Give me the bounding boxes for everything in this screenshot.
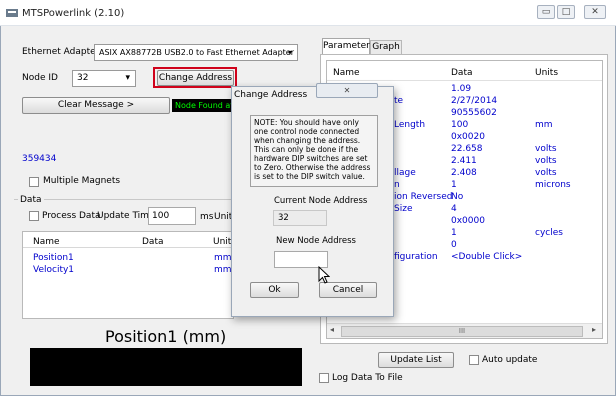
data-list-header-data: Data [142,237,164,247]
param-row[interactable]: Size [394,204,412,214]
parameters-header-data: Data [451,68,473,78]
status-display: Node Found at [172,99,234,112]
node-id-value: 32 [77,73,89,83]
new-address-label: New Node Address [276,236,356,246]
tab-parameters[interactable]: Parameters [322,38,375,54]
dialog-title: Change Address [234,90,308,100]
process-data-label: Process Data [42,211,101,221]
data-group-label: Data [18,195,44,205]
param-value: 0x0020 [451,132,485,142]
list-item-name[interactable]: Velocity1 [33,265,74,275]
maximize-button[interactable]: □ [557,5,575,19]
log-data-checkbox[interactable] [319,373,329,383]
param-value: 2.408 [451,168,477,178]
node-id-select[interactable]: 32 ▾ [72,70,136,87]
dialog-note: NOTE: You should have only one control n… [250,115,378,187]
process-data-checkbox[interactable] [29,211,39,221]
update-time-input[interactable]: 100 [148,207,196,225]
parameters-header-units: Units [535,68,559,78]
update-list-button[interactable]: Update List [378,352,454,368]
ethernet-adapter-value: ASIX AX88772B USB2.0 to Fast Ethernet Ad… [99,48,294,57]
param-units: mm [535,120,553,130]
ethernet-adapter-select[interactable]: ASIX AX88772B USB2.0 to Fast Ethernet Ad… [94,44,298,61]
param-value: 4 [451,204,457,214]
param-units: cycles [535,228,563,238]
tab-graph[interactable]: Graph [370,40,402,54]
units-label: Unit [214,212,233,222]
param-row[interactable]: llage [394,168,416,178]
param-value: 22.658 [451,144,483,154]
chevron-down-icon: ▾ [287,48,292,57]
auto-update-label: Auto update [482,355,538,365]
log-data-label: Log Data To File [332,373,403,383]
param-value: 100 [451,120,469,130]
param-value: 2.411 [451,156,477,166]
ok-button[interactable]: Ok [250,282,299,298]
param-row[interactable]: n [394,180,400,190]
param-value: 90555602 [451,108,497,118]
param-value: 0x0000 [451,216,485,226]
param-units: microns [535,180,571,190]
param-value: 0 [451,240,457,250]
param-row[interactable]: ion Reversed [394,192,452,202]
app-icon [6,9,18,17]
list-item-units: mm [214,253,232,263]
ms-label: ms [200,212,214,222]
parameters-header-name: Name [333,68,360,78]
serial-number: 359434 [22,154,57,164]
data-list-header-name: Name [33,237,60,247]
param-value: 2/27/2014 [451,96,498,106]
param-value: No [451,192,464,202]
scroll-thumb[interactable]: III [341,326,583,337]
param-units: volts [535,144,557,154]
param-value: 1 [451,228,457,238]
param-row[interactable]: figuration [394,252,438,262]
window-title: MTSPowerlink (2.10) [22,8,125,19]
param-row[interactable]: Length [394,120,425,130]
list-item-name[interactable]: Position1 [33,253,74,263]
close-button[interactable]: ✕ [584,5,606,19]
position-display [30,348,302,386]
param-value: 1 [451,180,457,190]
change-address-button[interactable]: Change Address [157,70,234,86]
multiple-magnets-label: Multiple Magnets [43,176,121,186]
current-address-label: Current Node Address [274,196,368,206]
param-value: 1.09 [451,84,472,94]
chevron-down-icon: ▾ [125,73,130,83]
param-units: volts [535,168,557,178]
param-units: volts [535,156,557,166]
multiple-magnets-checkbox[interactable] [29,177,39,187]
node-id-label: Node ID [22,73,58,83]
minimize-button[interactable]: ▭ [537,5,555,19]
current-address-value: 32 [273,210,327,226]
param-row[interactable]: te [394,96,403,106]
scroll-right-icon[interactable]: ▸ [592,325,596,334]
scroll-left-icon[interactable]: ◂ [330,325,334,334]
position-label: Position1 (mm) [105,327,227,346]
mouse-cursor-icon [318,266,330,284]
param-value: <Double Click> [451,252,523,262]
clear-message-button[interactable]: Clear Message > [22,97,170,114]
auto-update-checkbox[interactable] [469,355,479,365]
cancel-button[interactable]: Cancel [319,282,377,298]
dialog-close-button[interactable]: ✕ [316,83,378,98]
